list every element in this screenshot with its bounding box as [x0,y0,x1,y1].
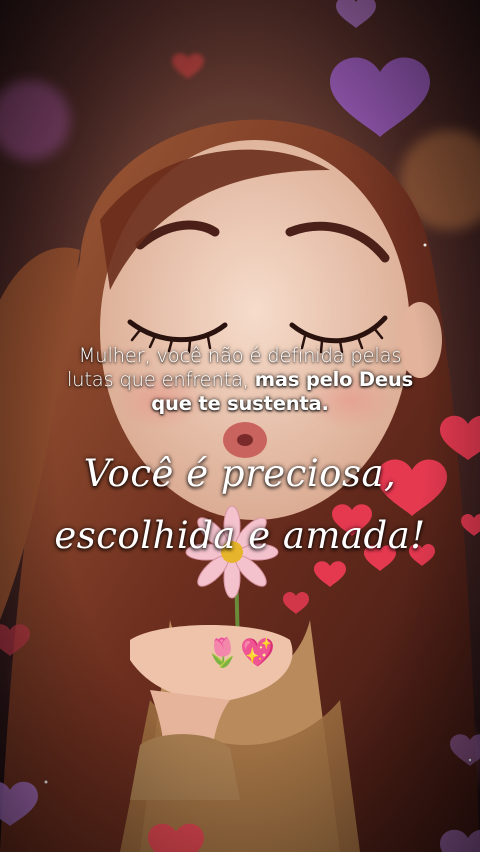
script-line-1: Você é preciosa, [83,452,397,495]
video-frame: Mulher, você não é definida pelas lutas … [0,0,480,852]
script-line-2: escolhida e amada! [54,514,426,557]
caption-line-1: Mulher, você não é definida pelas [78,344,402,367]
caption-line-2-regular: lutas que enfrenta, [66,368,255,391]
illustration-background [0,0,480,852]
caption-line-2-bold: mas pelo Deus [254,368,414,391]
caption-text: Mulher, você não é definida pelas lutas … [40,344,440,416]
caption-line-3-bold: que te sustenta. [151,392,329,415]
tulip-heart-emoji: 🌷💖 [205,636,275,669]
